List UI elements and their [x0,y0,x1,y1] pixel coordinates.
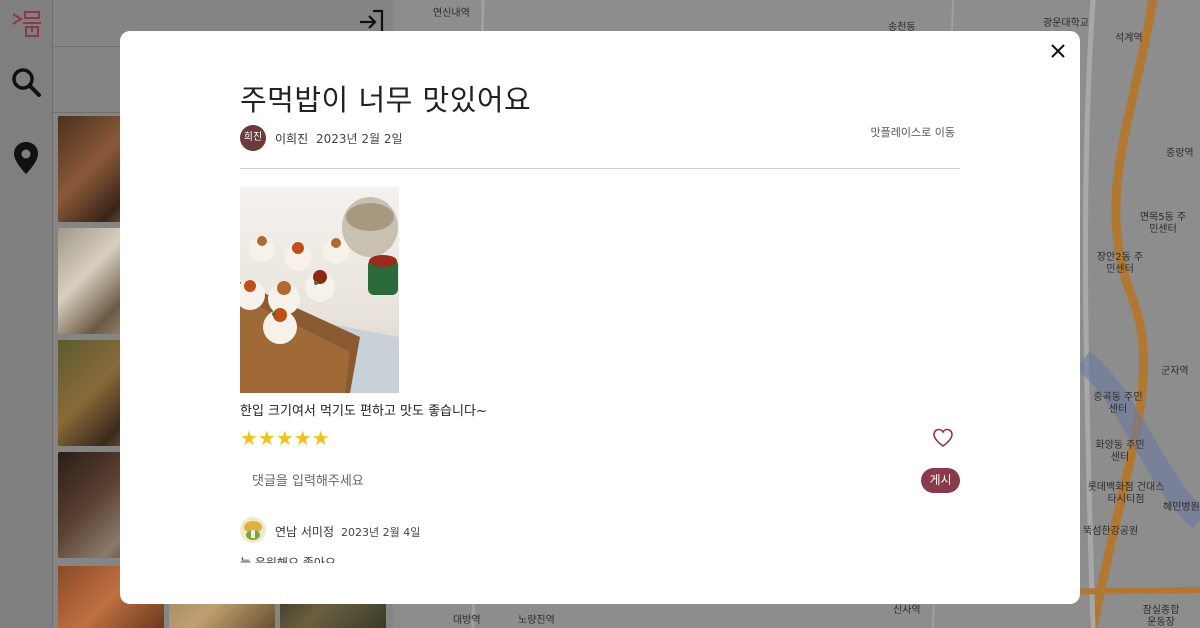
review-text: 한입 크기여서 먹기도 편하고 맛도 좋습니다~ [240,404,487,419]
commenter-avatar [240,517,266,543]
comment-date: 2023년 2월 4일 [341,526,421,539]
review-title: 주먹밥이 너무 맛있어요 [240,83,532,117]
comment-author[interactable]: 연남 서미정 [275,523,334,540]
comment-text: 늘 응원해요 좋아요 [240,556,336,563]
close-icon[interactable] [1046,39,1070,63]
review-date: 2023년 2월 2일 [316,132,403,146]
heart-icon[interactable] [932,428,954,448]
rating-stars: ★★★★★ [240,426,330,450]
post-comment-button[interactable]: 게시 [921,468,960,493]
goto-place-link[interactable]: 맛플레이스로 이동 [871,124,955,140]
review-modal: 주먹밥이 너무 맛있어요 희진 이희진 2023년 2월 2일 맛플레이스로 이… [120,31,1080,604]
header-divider [240,168,960,169]
author-name[interactable]: 이희진 [275,130,308,147]
author-avatar: 희진 [240,125,266,151]
comment-input[interactable] [240,467,924,495]
review-photo[interactable] [240,187,399,393]
